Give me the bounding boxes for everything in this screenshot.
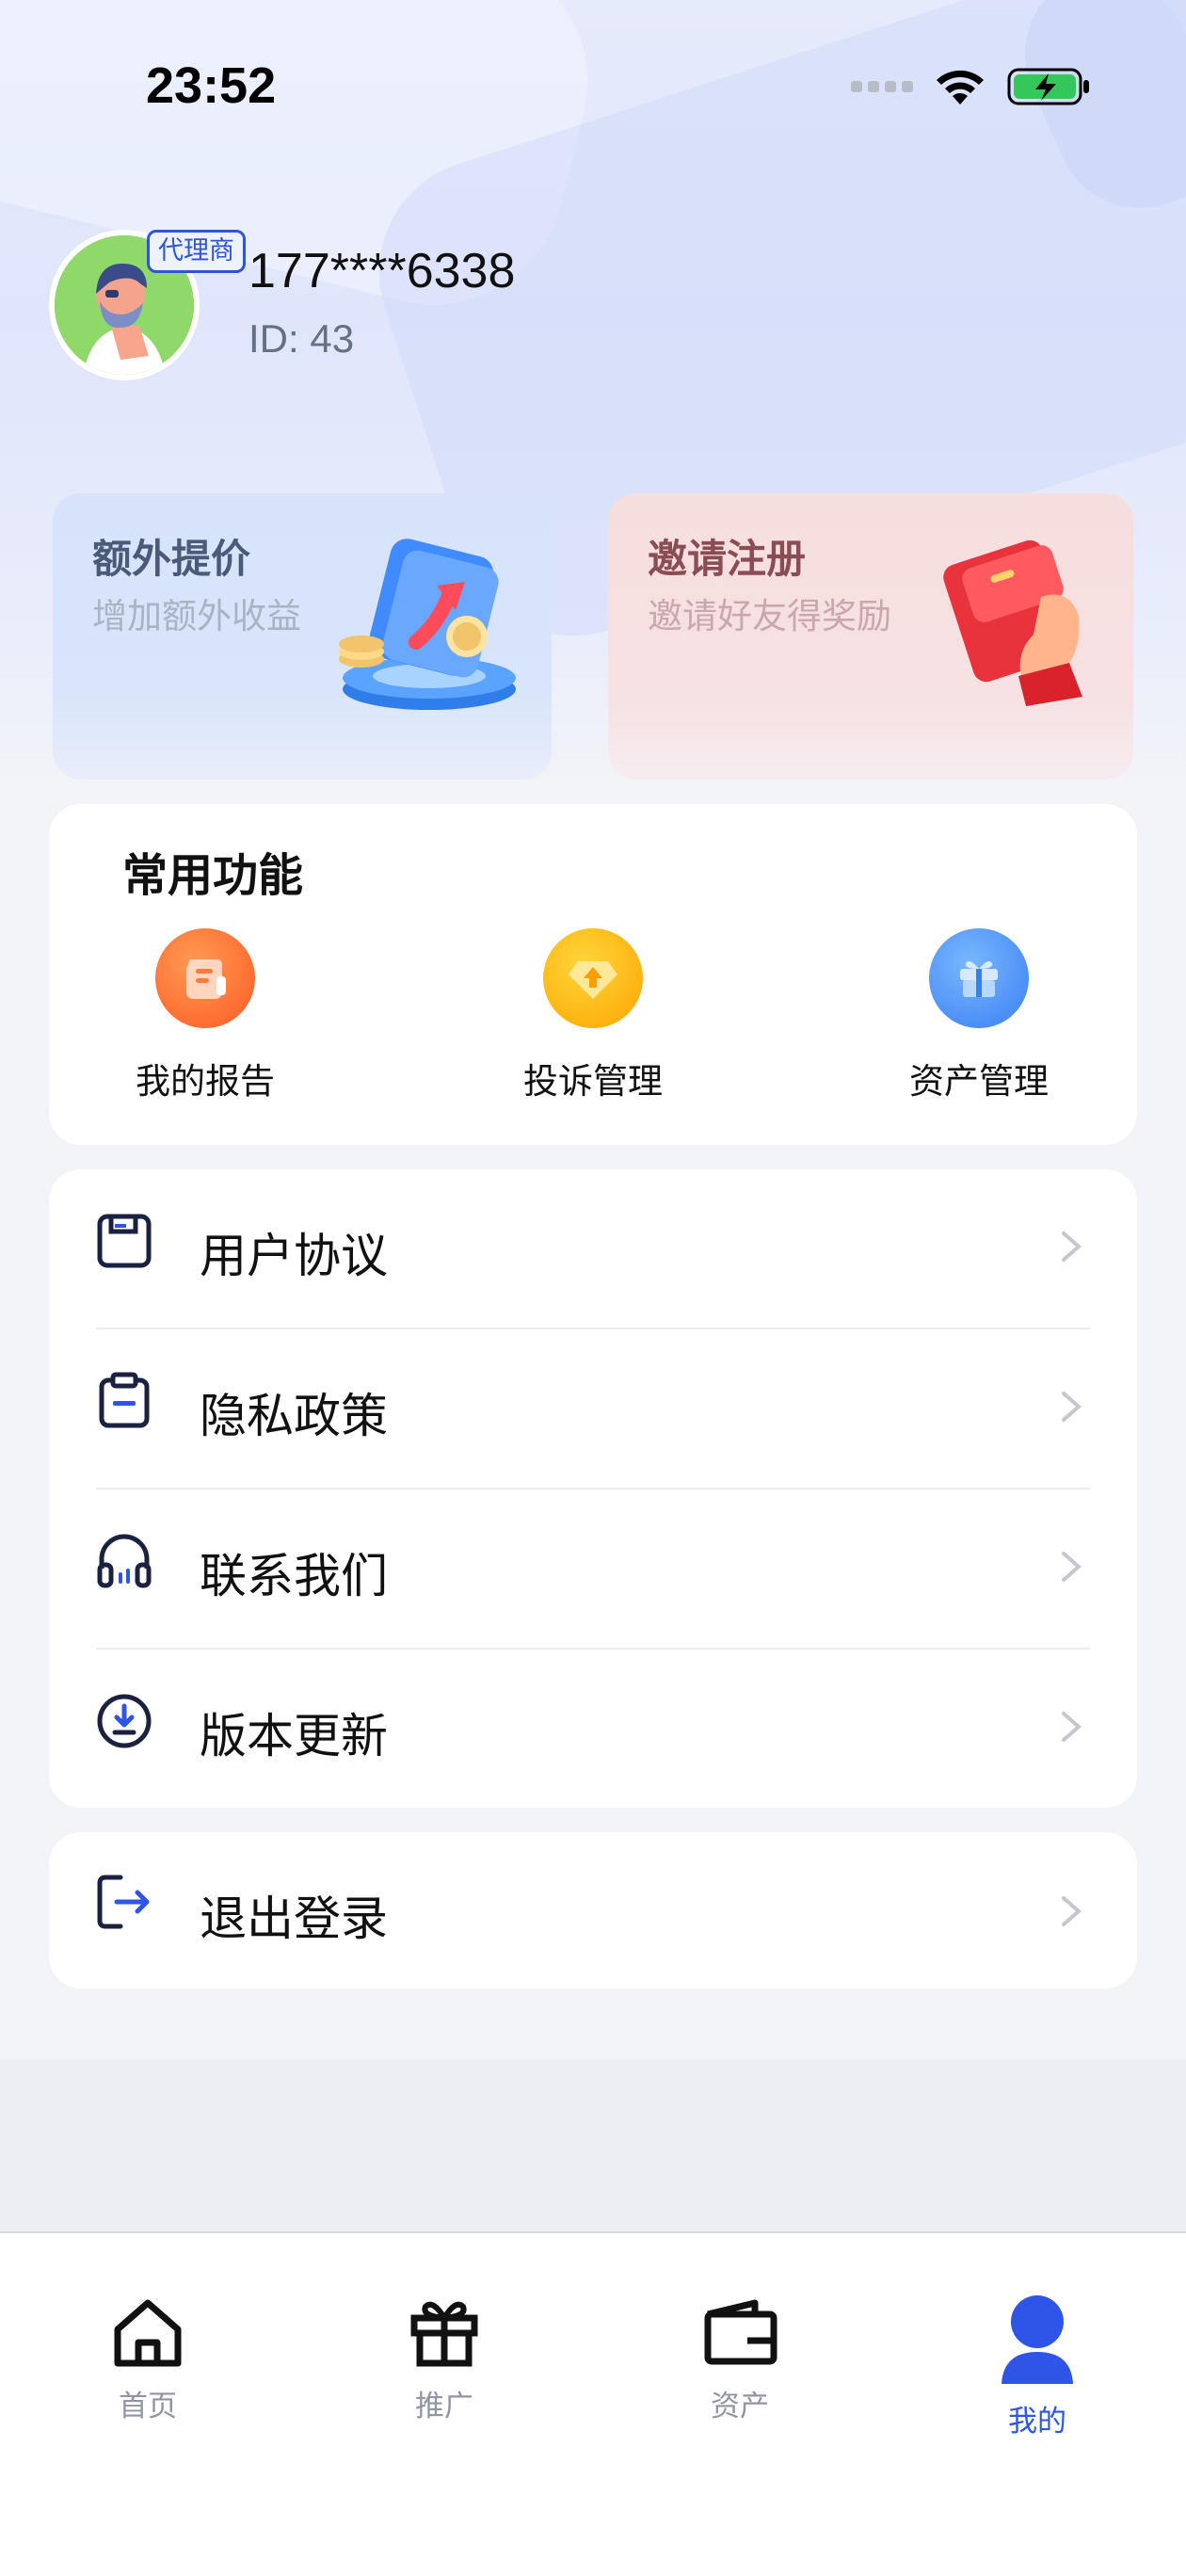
- tab-label: 资产: [711, 2390, 769, 2423]
- function-label: 投诉管理: [523, 1061, 663, 1102]
- wifi-icon: [937, 70, 984, 105]
- common-functions-title: 常用功能: [122, 849, 304, 902]
- logout-label: 退出登录: [200, 1892, 388, 1946]
- settings-menu-card: 用户协议 隐私政策 联系我们 版本更新: [49, 1169, 1137, 1808]
- promo-subtitle: 增加额外收益: [92, 596, 301, 636]
- logout-icon: [97, 1875, 150, 1929]
- promo-title: 额外提价: [92, 536, 251, 582]
- logout-button[interactable]: 退出登录: [49, 1832, 1137, 1988]
- extra-price-card[interactable]: 额外提价 增加额外收益: [53, 493, 552, 780]
- page-bottom-spacer: [0, 2060, 1186, 2231]
- function-asset-management[interactable]: 资产管理: [866, 928, 1092, 1103]
- report-icon: [155, 928, 255, 1028]
- chevron-right-icon: [1062, 1712, 1082, 1742]
- menu-item-contact-us[interactable]: 联系我们: [49, 1489, 1137, 1650]
- tab-label: 推广: [415, 2390, 473, 2423]
- chevron-right-icon: [1062, 1552, 1082, 1582]
- user-phone: 177****6338: [248, 244, 516, 298]
- status-icons: [851, 64, 1092, 109]
- tab-assets[interactable]: 资产: [646, 2294, 834, 2424]
- battery-charging-icon: [1007, 68, 1089, 105]
- menu-label: 用户协议: [200, 1229, 388, 1283]
- bottom-tab-bar: 首页 推广 资产 我的: [0, 2231, 1186, 2576]
- user-icon: [1002, 2295, 1073, 2384]
- chevron-right-icon: [1062, 1232, 1082, 1262]
- menu-label: 版本更新: [200, 1709, 388, 1763]
- gift-icon: [410, 2301, 478, 2367]
- promo-subtitle: 邀请好友得奖励: [648, 596, 891, 636]
- status-time: 23:52: [146, 57, 277, 114]
- function-label: 我的报告: [136, 1061, 275, 1102]
- gift-box-icon: [929, 928, 1029, 1028]
- promo-title: 邀请注册: [648, 536, 807, 582]
- cellular-signal-icon: [851, 81, 913, 92]
- tab-label: 首页: [119, 2390, 177, 2423]
- menu-item-version-update[interactable]: 版本更新: [49, 1650, 1137, 1810]
- tab-home[interactable]: 首页: [54, 2294, 242, 2424]
- home-icon: [114, 2299, 182, 2367]
- tab-label: 我的: [1008, 2405, 1066, 2439]
- function-my-report[interactable]: 我的报告: [92, 928, 318, 1103]
- user-id: ID: 43: [248, 316, 355, 361]
- chevron-right-icon: [1062, 1392, 1082, 1422]
- complaint-icon: [543, 928, 643, 1028]
- menu-item-privacy-policy[interactable]: 隐私政策: [49, 1329, 1137, 1489]
- headset-icon: [97, 1534, 152, 1588]
- tab-promotion[interactable]: 推广: [350, 2294, 538, 2424]
- logout-card[interactable]: 退出登录: [49, 1832, 1137, 1988]
- wallet-icon: [704, 2299, 777, 2365]
- price-up-icon: [339, 539, 516, 710]
- download-icon: [97, 1694, 152, 1748]
- agreement-icon: [97, 1214, 152, 1268]
- function-label: 资产管理: [909, 1061, 1049, 1102]
- invite-register-card[interactable]: 邀请注册 邀请好友得奖励: [608, 493, 1133, 780]
- function-complaint-management[interactable]: 投诉管理: [480, 928, 706, 1103]
- tab-mine[interactable]: 我的: [943, 2294, 1131, 2439]
- menu-label: 联系我们: [200, 1549, 388, 1603]
- agent-badge: 代理商: [147, 230, 246, 273]
- chevron-right-icon: [1062, 1896, 1082, 1926]
- menu-item-user-agreement[interactable]: 用户协议: [49, 1169, 1137, 1329]
- red-envelope-icon: [943, 539, 1082, 706]
- menu-label: 隐私政策: [200, 1389, 388, 1443]
- clipboard-icon: [99, 1372, 150, 1428]
- common-functions-card: 常用功能 我的报告 投诉管理 资产管理: [49, 804, 1137, 1145]
